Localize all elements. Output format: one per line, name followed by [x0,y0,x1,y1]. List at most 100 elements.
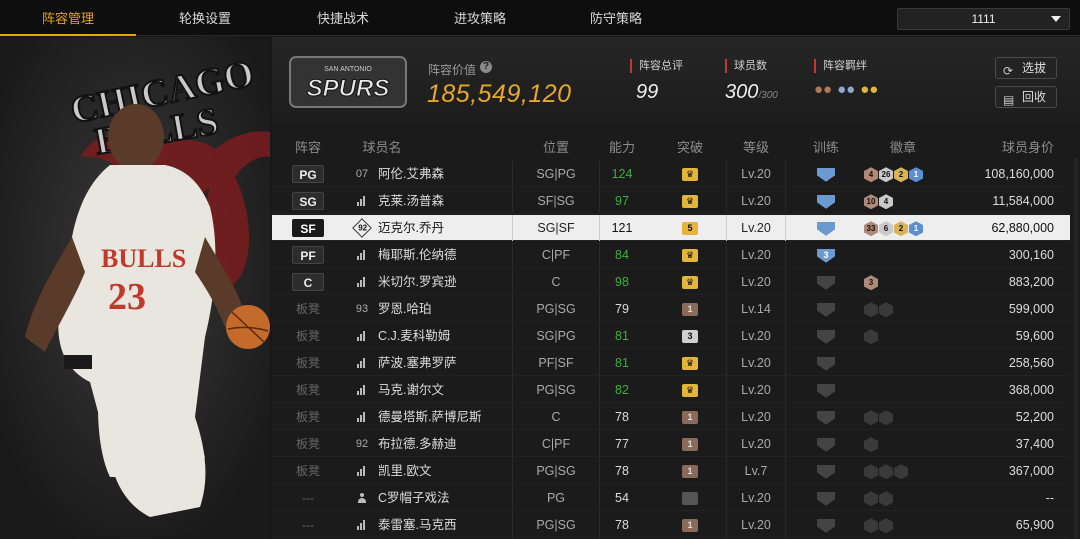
tab-rotation-settings[interactable]: 轮换设置 [136,0,274,36]
player-name[interactable]: 克莱.汤普森 [378,188,444,214]
help-icon[interactable]: ? [480,61,492,73]
training-cell[interactable]: 3 [812,242,840,268]
training-shield-icon[interactable] [817,194,835,209]
slot-label[interactable]: C [292,273,324,291]
training-shield-icon[interactable] [817,275,835,290]
table-row[interactable]: 板凳 马克.谢尔文 PG|SG 82 ♛ Lv.20 368,000 [272,377,1070,403]
training-cell[interactable] [812,377,840,403]
training-shield-icon[interactable] [817,410,835,425]
table-row[interactable]: C 米切尔.罗宾逊 C 98 ♛ Lv.20 3 883,200 [272,269,1070,295]
badges-cell[interactable]: 3 [862,269,952,295]
bond-bronze-icon[interactable]: ●● [814,81,832,99]
badges-cell[interactable]: 10 4 [862,188,952,214]
training-cell[interactable] [812,296,840,322]
table-row[interactable]: --- C罗帽子戏法 PG 54 Lv.20 -- [272,485,1070,511]
badges-cell[interactable] [862,350,952,376]
player-name[interactable]: 萨波.塞弗罗萨 [378,350,456,376]
scrollbar[interactable] [1074,158,1078,538]
training-cell[interactable] [812,512,840,538]
badges-cell[interactable] [862,485,952,511]
badges-cell[interactable] [862,458,952,484]
breakthrough-cell[interactable]: ♛ [676,269,704,295]
tab-quick-tactics[interactable]: 快捷战术 [274,0,412,36]
breakthrough-cell[interactable]: 1 [676,458,704,484]
breakthrough-cell[interactable] [676,485,704,511]
training-shield-icon[interactable] [817,491,835,506]
training-cell[interactable] [812,458,840,484]
slot-label[interactable]: 板凳 [292,327,324,345]
slot-label[interactable]: --- [292,489,324,507]
player-name[interactable]: 凯里.欧文 [378,458,431,484]
table-row[interactable]: 板凳 凯里.欧文 PG|SG 78 1 Lv.7 367,000 [272,458,1070,484]
training-cell[interactable] [812,188,840,214]
training-cell[interactable] [812,350,840,376]
badges-cell[interactable] [862,323,952,349]
training-cell[interactable] [812,404,840,430]
slot-label[interactable]: 板凳 [292,408,324,426]
breakthrough-cell[interactable]: ♛ [676,350,704,376]
breakthrough-cell[interactable]: 1 [676,404,704,430]
slot-label[interactable]: 板凳 [292,354,324,372]
lineup-select-dropdown[interactable]: 1111 [897,8,1070,30]
slot-label[interactable]: PF [292,246,324,264]
tab-defense-strategy[interactable]: 防守策略 [548,0,684,36]
breakthrough-cell[interactable]: 5 [676,215,704,241]
training-shield-icon[interactable] [817,464,835,479]
breakthrough-cell[interactable]: 1 [676,512,704,538]
training-cell[interactable] [812,485,840,511]
training-shield-icon[interactable] [817,221,835,236]
training-shield-icon[interactable] [817,329,835,344]
tab-lineup-management[interactable]: 阵容管理 [0,0,136,36]
badges-cell[interactable] [862,431,952,457]
recycle-button[interactable]: ▤ 回收 [995,86,1057,108]
table-row[interactable]: PG 07 阿伦.艾弗森 SG|PG 124 ♛ Lv.20 4 26 2 1 108… [272,161,1070,187]
training-shield-icon[interactable] [817,383,835,398]
table-row[interactable]: SF 92 迈克尔.乔丹 SG|SF 121 5 Lv.20 33 6 2 1 62,… [272,215,1070,241]
player-name[interactable]: 泰雷塞.马克西 [378,512,456,538]
training-cell[interactable] [812,161,840,187]
badges-cell[interactable] [862,296,952,322]
breakthrough-cell[interactable]: ♛ [676,377,704,403]
player-name[interactable]: C罗帽子戏法 [378,485,450,511]
slot-label[interactable]: PG [292,165,324,183]
pick-button[interactable]: ⟳ 选拔 [995,57,1057,79]
badges-cell[interactable] [862,242,952,268]
training-shield-icon[interactable] [817,437,835,452]
badges-cell[interactable] [862,404,952,430]
training-shield-icon[interactable]: 3 [817,248,835,263]
training-cell[interactable] [812,269,840,295]
training-shield-icon[interactable] [817,356,835,371]
slot-label[interactable]: 板凳 [292,300,324,318]
player-name[interactable]: 德曼塔斯.萨博尼斯 [378,404,481,430]
breakthrough-cell[interactable]: ♛ [676,161,704,187]
table-row[interactable]: 板凳 92 布拉德.多赫迪 C|PF 77 1 Lv.20 37,400 [272,431,1070,457]
player-name[interactable]: 阿伦.艾弗森 [378,161,444,187]
breakthrough-cell[interactable]: ♛ [676,242,704,268]
slot-label[interactable]: --- [292,516,324,534]
breakthrough-cell[interactable]: 1 [676,431,704,457]
badges-cell[interactable]: 4 26 2 1 [862,161,952,187]
table-row[interactable]: 板凳 萨波.塞弗罗萨 PF|SF 81 ♛ Lv.20 258,560 [272,350,1070,376]
slot-label[interactable]: 板凳 [292,462,324,480]
bond-gold-icon[interactable]: ●● [860,81,878,99]
player-name[interactable]: 罗恩.哈珀 [378,296,431,322]
badges-cell[interactable] [862,512,952,538]
player-name[interactable]: 马克.谢尔文 [378,377,444,403]
slot-label[interactable]: 板凳 [292,435,324,453]
training-cell[interactable] [812,323,840,349]
badges-cell[interactable]: 33 6 2 1 [862,215,952,241]
table-row[interactable]: SG 克莱.汤普森 SF|SG 97 ♛ Lv.20 10 4 11,584,00… [272,188,1070,214]
slot-label[interactable]: 板凳 [292,381,324,399]
badges-cell[interactable] [862,377,952,403]
training-shield-icon[interactable] [817,302,835,317]
slot-label[interactable]: SF [292,219,324,237]
player-name[interactable]: 梅耶斯.伦纳德 [378,242,456,268]
slot-label[interactable]: SG [292,192,324,210]
breakthrough-cell[interactable]: 3 [676,323,704,349]
tab-offense-strategy[interactable]: 进攻策略 [412,0,548,36]
player-name[interactable]: C.J.麦科勒姆 [378,323,450,349]
bond-icons[interactable]: ●● ●● ●● [814,81,878,99]
table-row[interactable]: 板凳 C.J.麦科勒姆 SG|PG 81 3 Lv.20 59,600 [272,323,1070,349]
table-row[interactable]: PF 梅耶斯.伦纳德 C|PF 84 ♛ Lv.20 3 300,160 [272,242,1070,268]
training-cell[interactable] [812,215,840,241]
